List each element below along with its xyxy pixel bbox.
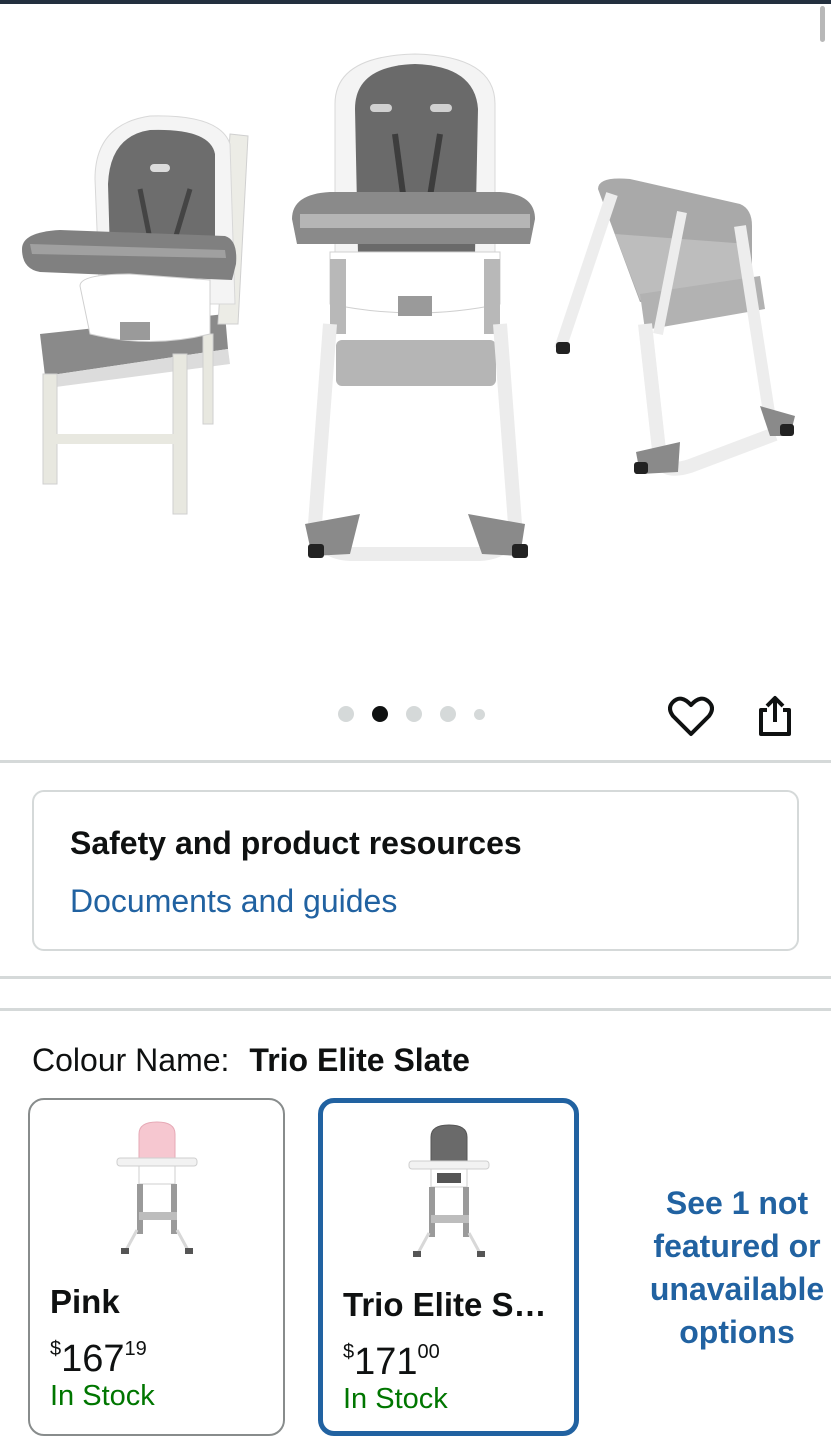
section-divider	[0, 976, 831, 979]
price-currency: $	[50, 1338, 62, 1360]
colour-option-pink[interactable]: Pink $16719 In Stock	[28, 1098, 285, 1436]
toddler-chair-illustration	[554, 178, 795, 476]
booster-on-chair-illustration	[22, 115, 249, 515]
carousel-dot[interactable]	[440, 706, 456, 722]
colour-name-row: Colour Name: Trio Elite Slate	[32, 1040, 470, 1080]
pink-chair-thumbnail	[116, 1121, 197, 1254]
carousel-dot[interactable]	[406, 706, 422, 722]
price-currency: $	[343, 1341, 355, 1363]
price-fraction: 00	[417, 1341, 440, 1363]
safety-resources-card: Safety and product resources Documents a…	[32, 790, 799, 951]
carousel-dot[interactable]	[474, 708, 485, 720]
see-unavailable-options-link[interactable]: See 1 not featured or unavailable option…	[640, 1182, 831, 1354]
price-whole: 167	[61, 1338, 125, 1380]
stock-status: In Stock	[50, 1380, 155, 1412]
documents-guides-link[interactable]: Documents and guides	[70, 882, 761, 920]
resources-title: Safety and product resources	[70, 825, 522, 861]
share-button[interactable]	[750, 690, 800, 742]
product-image	[22, 53, 795, 561]
section-divider	[0, 1008, 831, 1011]
option-name: Trio Elite S…	[343, 1286, 547, 1323]
share-icon	[759, 696, 791, 736]
heart-icon	[668, 696, 714, 736]
carousel-dot-active[interactable]	[372, 706, 388, 722]
price-fraction: 19	[124, 1338, 147, 1360]
section-divider	[0, 760, 831, 763]
high-chair-illustration	[292, 53, 535, 561]
slate-chair-thumbnail	[408, 1124, 489, 1257]
colour-name-value: Trio Elite Slate	[249, 1042, 470, 1078]
option-price: $16719	[50, 1326, 147, 1382]
price-whole: 171	[354, 1341, 418, 1383]
carousel-dots[interactable]	[338, 704, 485, 724]
colour-name-label: Colour Name:	[32, 1042, 230, 1078]
stock-status: In Stock	[343, 1383, 448, 1415]
option-name: Pink	[50, 1283, 120, 1320]
carousel-dot[interactable]	[338, 706, 354, 722]
colour-option-trio-elite-slate[interactable]: Trio Elite S… $17100 In Stock	[318, 1098, 579, 1436]
product-image-carousel[interactable]	[0, 4, 831, 664]
option-price: $17100	[343, 1329, 440, 1385]
wishlist-button[interactable]	[666, 690, 716, 742]
